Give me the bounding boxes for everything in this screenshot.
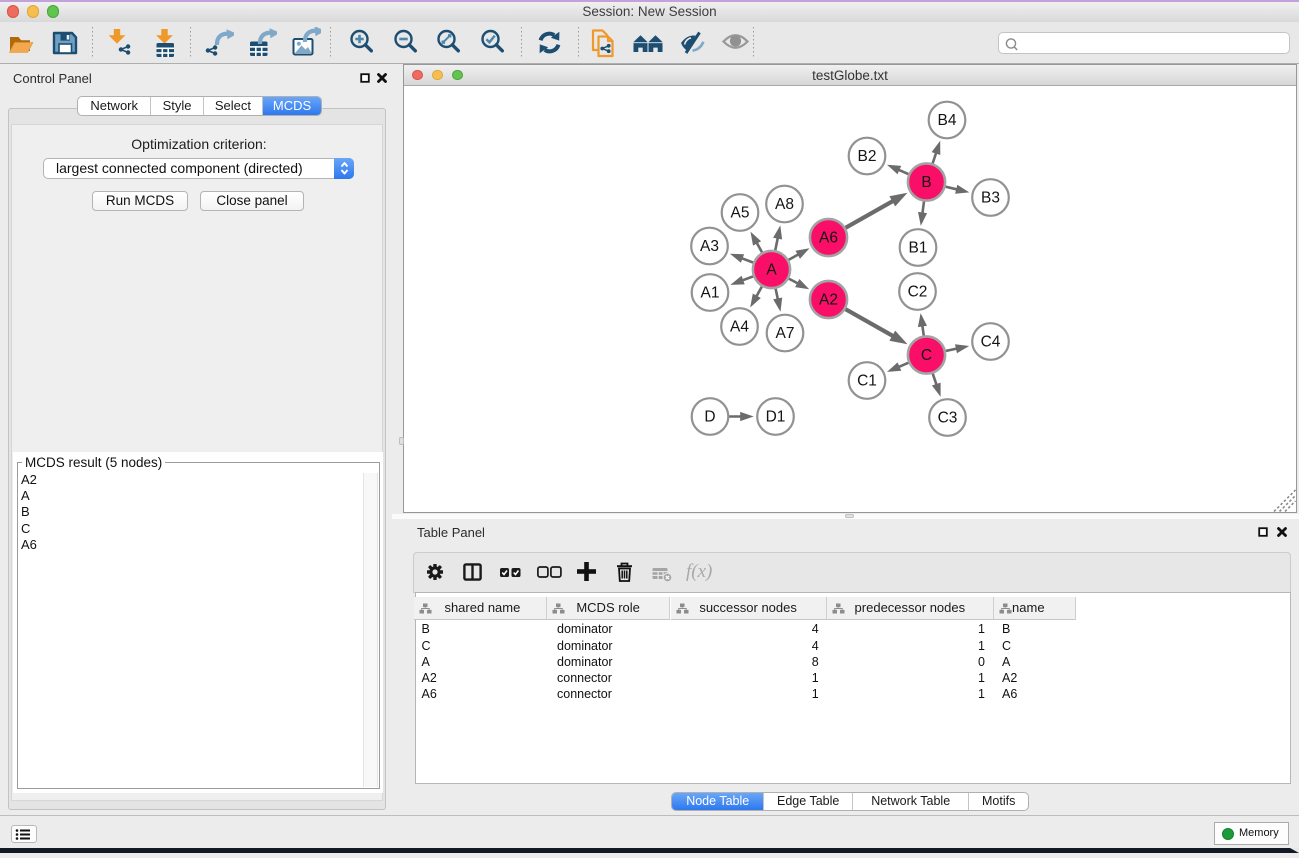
svg-text:C: C <box>921 347 932 364</box>
svg-text:C3: C3 <box>938 410 958 427</box>
svg-text:C1: C1 <box>857 373 877 390</box>
svg-text:C2: C2 <box>908 284 928 301</box>
svg-text:B3: B3 <box>981 190 1000 207</box>
svg-text:D1: D1 <box>766 409 786 426</box>
svg-text:A8: A8 <box>775 196 794 213</box>
svg-text:B2: B2 <box>858 148 877 165</box>
svg-text:A3: A3 <box>700 238 719 255</box>
svg-text:A7: A7 <box>776 325 795 342</box>
svg-text:A2: A2 <box>819 292 838 309</box>
svg-text:A: A <box>766 262 777 279</box>
svg-text:B1: B1 <box>909 240 928 257</box>
svg-text:A4: A4 <box>730 319 749 336</box>
svg-text:D: D <box>704 409 715 426</box>
svg-text:C4: C4 <box>981 334 1001 351</box>
svg-text:B: B <box>921 174 931 191</box>
svg-text:A1: A1 <box>701 285 720 302</box>
svg-text:A5: A5 <box>731 205 750 222</box>
svg-text:A6: A6 <box>819 230 838 247</box>
svg-text:B4: B4 <box>938 112 957 129</box>
